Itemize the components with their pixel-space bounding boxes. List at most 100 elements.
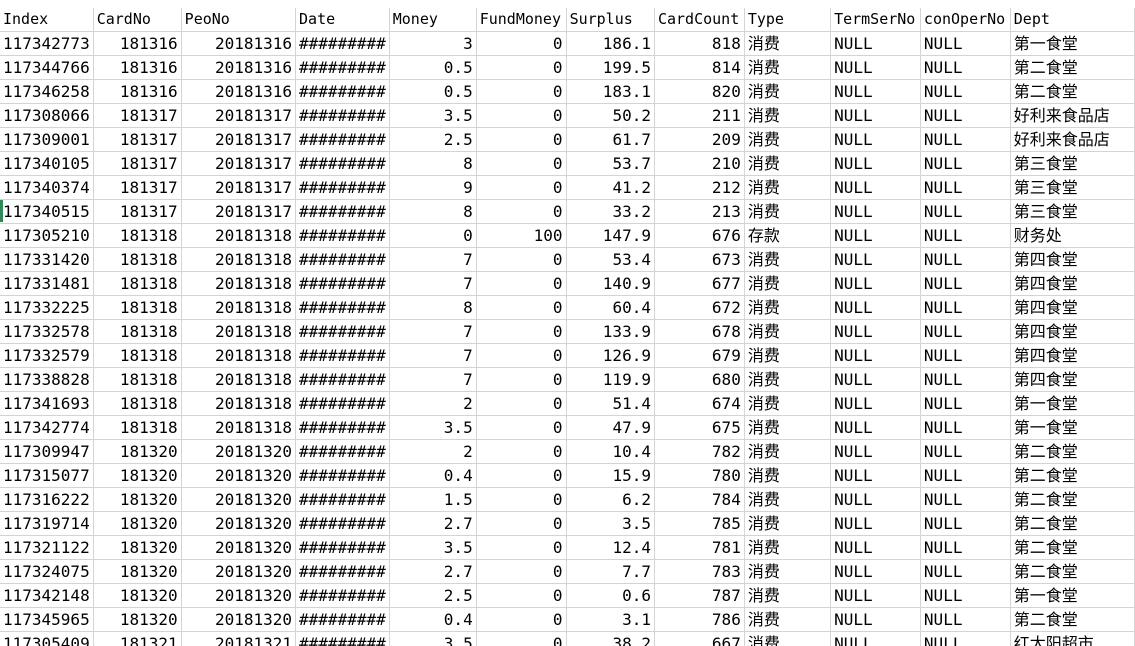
cell-cardno[interactable]: 181318 <box>93 247 182 272</box>
cell-conoperno[interactable]: NULL <box>920 487 1011 512</box>
cell-cardno[interactable]: 181317 <box>93 199 182 224</box>
cell-money[interactable]: 8 <box>389 199 477 224</box>
cell-fundmoney[interactable]: 0 <box>476 463 567 488</box>
cell-surplus[interactable]: 61.7 <box>566 127 655 152</box>
cell-dept[interactable]: 第二食堂 <box>1010 535 1135 560</box>
cell-date[interactable]: ######### <box>295 103 390 128</box>
cell-cardno[interactable]: 181320 <box>93 535 182 560</box>
cell-cardno[interactable]: 181318 <box>93 319 182 344</box>
cell-fundmoney[interactable]: 0 <box>476 247 567 272</box>
cell-dept[interactable]: 第四食堂 <box>1010 247 1135 272</box>
cell-peono[interactable]: 20181317 <box>181 103 297 128</box>
cell-cardcount[interactable]: 818 <box>654 31 745 56</box>
cell-type[interactable]: 消费 <box>744 31 832 56</box>
cell-surplus[interactable]: 53.7 <box>566 151 655 176</box>
cell-dept[interactable]: 第二食堂 <box>1010 79 1135 104</box>
cell-surplus[interactable]: 183.1 <box>566 79 655 104</box>
cell-index[interactable]: 117305409 <box>0 631 94 646</box>
cell-termserno[interactable]: NULL <box>830 247 921 272</box>
cell-dept[interactable]: 第三食堂 <box>1010 175 1135 200</box>
cell-type[interactable]: 消费 <box>744 55 832 80</box>
cell-cardcount[interactable]: 677 <box>654 271 745 296</box>
cell-cardcount[interactable]: 667 <box>654 631 745 646</box>
cell-dept[interactable]: 第四食堂 <box>1010 319 1135 344</box>
cell-termserno[interactable]: NULL <box>830 439 921 464</box>
cell-surplus[interactable]: 50.2 <box>566 103 655 128</box>
cell-index[interactable]: 117342773 <box>0 31 94 56</box>
cell-type[interactable]: 消费 <box>744 487 832 512</box>
cell-peono[interactable]: 20181317 <box>181 127 297 152</box>
cell-cardcount[interactable]: 210 <box>654 151 745 176</box>
cell-type[interactable]: 存款 <box>744 223 832 248</box>
cell-index[interactable]: 117341693 <box>0 391 94 416</box>
cell-cardcount[interactable]: 675 <box>654 415 745 440</box>
cell-peono[interactable]: 20181316 <box>181 79 297 104</box>
cell-conoperno[interactable]: NULL <box>920 199 1011 224</box>
cell-fundmoney[interactable]: 0 <box>476 511 567 536</box>
cell-index[interactable]: 117342148 <box>0 583 94 608</box>
cell-peono[interactable]: 20181320 <box>181 559 297 584</box>
cell-conoperno[interactable]: NULL <box>920 511 1011 536</box>
cell-surplus[interactable]: 12.4 <box>566 535 655 560</box>
cell-conoperno[interactable]: NULL <box>920 535 1011 560</box>
cell-cardno[interactable]: 181318 <box>93 271 182 296</box>
cell-cardno[interactable]: 181317 <box>93 151 182 176</box>
cell-conoperno[interactable]: NULL <box>920 367 1011 392</box>
cell-fundmoney[interactable]: 0 <box>476 271 567 296</box>
cell-type[interactable]: 消费 <box>744 583 832 608</box>
cell-peono[interactable]: 20181316 <box>181 55 297 80</box>
cell-cardno[interactable]: 181316 <box>93 79 182 104</box>
cell-type[interactable]: 消费 <box>744 247 832 272</box>
cell-money[interactable]: 3.5 <box>389 535 477 560</box>
cell-termserno[interactable]: NULL <box>830 535 921 560</box>
cell-type[interactable]: 消费 <box>744 271 832 296</box>
cell-fundmoney[interactable]: 0 <box>476 607 567 632</box>
cell-fundmoney[interactable]: 0 <box>476 415 567 440</box>
cell-money[interactable]: 8 <box>389 151 477 176</box>
cell-date[interactable]: ######### <box>295 151 390 176</box>
cell-peono[interactable]: 20181320 <box>181 511 297 536</box>
cell-fundmoney[interactable]: 0 <box>476 559 567 584</box>
cell-cardcount[interactable]: 680 <box>654 367 745 392</box>
cell-peono[interactable]: 20181320 <box>181 607 297 632</box>
cell-peono[interactable]: 20181321 <box>181 631 297 646</box>
cell-cardcount[interactable]: 679 <box>654 343 745 368</box>
cell-cardcount[interactable]: 673 <box>654 247 745 272</box>
cell-termserno[interactable]: NULL <box>830 391 921 416</box>
cell-index[interactable]: 117321122 <box>0 535 94 560</box>
cell-type[interactable]: 消费 <box>744 631 832 646</box>
cell-surplus[interactable]: 199.5 <box>566 55 655 80</box>
cell-date[interactable]: ######### <box>295 439 390 464</box>
cell-surplus[interactable]: 0.6 <box>566 583 655 608</box>
cell-money[interactable]: 2 <box>389 391 477 416</box>
cell-cardcount[interactable]: 814 <box>654 55 745 80</box>
cell-cardno[interactable]: 181321 <box>93 631 182 646</box>
cell-conoperno[interactable]: NULL <box>920 607 1011 632</box>
cell-date[interactable]: ######### <box>295 271 390 296</box>
cell-surplus[interactable]: 33.2 <box>566 199 655 224</box>
cell-type[interactable]: 消费 <box>744 343 832 368</box>
cell-dept[interactable]: 第四食堂 <box>1010 271 1135 296</box>
cell-money[interactable]: 2 <box>389 439 477 464</box>
cell-fundmoney[interactable]: 0 <box>476 583 567 608</box>
cell-cardno[interactable]: 181317 <box>93 175 182 200</box>
cell-date[interactable]: ######### <box>295 79 390 104</box>
header-cell-conoperno[interactable]: conOperNo <box>920 8 1011 32</box>
cell-cardcount[interactable]: 211 <box>654 103 745 128</box>
cell-index[interactable]: 117305210 <box>0 223 94 248</box>
cell-fundmoney[interactable]: 0 <box>476 319 567 344</box>
cell-type[interactable]: 消费 <box>744 415 832 440</box>
cell-peono[interactable]: 20181320 <box>181 487 297 512</box>
cell-surplus[interactable]: 47.9 <box>566 415 655 440</box>
cell-date[interactable]: ######### <box>295 175 390 200</box>
cell-type[interactable]: 消费 <box>744 175 832 200</box>
cell-surplus[interactable]: 38.2 <box>566 631 655 646</box>
cell-termserno[interactable]: NULL <box>830 367 921 392</box>
cell-date[interactable]: ######### <box>295 391 390 416</box>
cell-date[interactable]: ######### <box>295 559 390 584</box>
cell-cardcount[interactable]: 786 <box>654 607 745 632</box>
cell-dept[interactable]: 第三食堂 <box>1010 151 1135 176</box>
cell-dept[interactable]: 第一食堂 <box>1010 583 1135 608</box>
cell-peono[interactable]: 20181316 <box>181 31 297 56</box>
cell-fundmoney[interactable]: 0 <box>476 175 567 200</box>
